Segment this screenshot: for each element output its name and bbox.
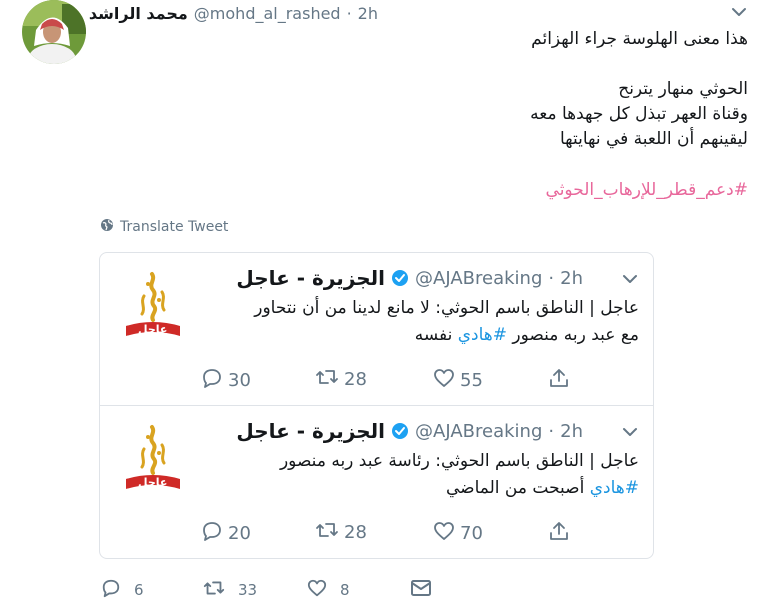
quoted-tweets-card[interactable]: عاجل 2h · @AJABreaking الجزيرة - عاجل عا… — [99, 252, 654, 559]
quoted-text-line: مع عبد ربه منصور #هادي نفسه — [209, 322, 639, 349]
quoted-tweet[interactable]: عاجل 2h · @AJABreaking الجزيرة - عاجل عا… — [100, 406, 653, 558]
reply-icon — [200, 367, 224, 394]
tweet-time[interactable]: 2h — [358, 4, 378, 23]
translate-label: Translate Tweet — [120, 219, 229, 235]
retweet-count: 28 — [344, 522, 367, 543]
hashtag-link[interactable]: #هادي — [458, 325, 507, 345]
like-icon — [432, 520, 456, 547]
retweet-icon — [202, 578, 226, 602]
logo-label: عاجل — [138, 476, 168, 489]
reply-button[interactable]: 30 — [200, 367, 251, 394]
reply-button[interactable]: 6 — [100, 578, 144, 602]
like-count: 70 — [460, 523, 483, 544]
tweet-hashtag-link[interactable]: #دعم_قطر_للإرهاب_الحوثي — [546, 180, 748, 200]
reply-count: 30 — [228, 370, 251, 391]
quoted-text-line: عاجل | الناطق باسم الحوثي: لا مانع لدينا… — [254, 298, 639, 318]
aljazeera-logo: عاجل — [122, 423, 184, 493]
tweet-text-line: وقناة العهر تبذل كل جهدها معه — [530, 104, 748, 124]
dm-icon — [410, 578, 432, 602]
tweet-header: محمد الراشد @mohd_al_rashed · 2h — [89, 2, 378, 24]
dm-button[interactable] — [410, 578, 432, 602]
like-icon — [432, 367, 456, 394]
aljazeera-logo: عاجل — [122, 270, 184, 340]
quoted-author-handle[interactable]: @AJABreaking — [415, 421, 542, 442]
tweet-actions: 6 33 8 — [100, 578, 460, 604]
retweet-count: 33 — [238, 581, 258, 599]
like-button[interactable]: 55 — [432, 367, 483, 394]
share-button[interactable] — [548, 367, 570, 394]
quoted-tweet-actions: 20 28 70 — [200, 520, 580, 546]
tweet-text: هذا معنى الهلوسة جراء الهزائم الحوثي منه… — [108, 27, 748, 152]
avatar[interactable] — [22, 0, 86, 64]
translate-tweet-link[interactable]: Translate Tweet — [100, 218, 228, 236]
hashtag-link[interactable]: #هادي — [590, 478, 639, 498]
quoted-text-segment: نفسه — [414, 325, 458, 345]
caret-down-icon[interactable] — [730, 4, 748, 18]
quoted-text-line: #هادي أصبحت من الماضي — [209, 475, 639, 502]
separator-dot: · — [548, 267, 555, 289]
author-handle[interactable]: @mohd_al_rashed — [194, 4, 341, 23]
like-button[interactable]: 8 — [306, 578, 350, 602]
retweet-icon — [314, 520, 340, 545]
like-count: 8 — [340, 581, 350, 599]
quoted-tweet-header: 2h · @AJABreaking الجزيرة - عاجل — [236, 265, 583, 291]
quoted-author-handle[interactable]: @AJABreaking — [415, 268, 542, 289]
reply-icon — [100, 578, 122, 602]
verified-badge-icon — [391, 269, 409, 287]
like-button[interactable]: 70 — [432, 520, 483, 547]
timeline-tweet: محمد الراشد @mohd_al_rashed · 2h هذا معن… — [0, 0, 768, 613]
share-icon — [548, 367, 570, 394]
quoted-tweet-text: عاجل | الناطق باسم الحوثي: لا مانع لدينا… — [209, 295, 639, 349]
retweet-button[interactable]: 28 — [314, 520, 367, 545]
quoted-author-name[interactable]: الجزيرة - عاجل — [236, 266, 385, 290]
retweet-icon — [314, 367, 340, 392]
quoted-author-name[interactable]: الجزيرة - عاجل — [236, 419, 385, 443]
quoted-tweet-text: عاجل | الناطق باسم الحوثي: رئاسة عبد ربه… — [209, 448, 639, 502]
retweet-button[interactable]: 28 — [314, 367, 367, 392]
tweet-text-line: هذا معنى الهلوسة جراء الهزائم — [531, 29, 748, 49]
reply-count: 20 — [228, 523, 251, 544]
quoted-tweet-time[interactable]: 2h — [560, 268, 583, 289]
quoted-tweet[interactable]: عاجل 2h · @AJABreaking الجزيرة - عاجل عا… — [100, 253, 653, 405]
share-button[interactable] — [548, 520, 570, 547]
like-count: 55 — [460, 370, 483, 391]
quoted-text-segment: أصبحت من الماضي — [446, 478, 590, 498]
author-name[interactable]: محمد الراشد — [89, 4, 188, 23]
logo-label: عاجل — [138, 323, 168, 336]
retweet-count: 28 — [344, 369, 367, 390]
like-icon — [306, 578, 328, 602]
reply-icon — [200, 520, 224, 547]
retweet-button[interactable]: 33 — [202, 578, 257, 602]
quoted-text-line: عاجل | الناطق باسم الحوثي: رئاسة عبد ربه… — [279, 451, 639, 471]
reply-button[interactable]: 20 — [200, 520, 251, 547]
quoted-tweet-actions: 30 28 55 — [200, 367, 580, 393]
separator-dot: · — [346, 3, 352, 23]
separator-dot: · — [548, 420, 555, 442]
tweet-text-line: ليقينهم أن اللعبة في نهايتها — [559, 129, 748, 149]
caret-down-icon[interactable] — [621, 271, 639, 285]
reply-count: 6 — [134, 581, 144, 599]
share-icon — [548, 520, 570, 547]
verified-badge-icon — [391, 422, 409, 440]
globe-icon — [100, 218, 114, 236]
quoted-tweet-header: 2h · @AJABreaking الجزيرة - عاجل — [236, 418, 583, 444]
caret-down-icon[interactable] — [621, 424, 639, 438]
quoted-tweet-time[interactable]: 2h — [560, 421, 583, 442]
tweet-text-line: الحوثي منهار يترنح — [618, 79, 748, 99]
quoted-text-segment: مع عبد ربه منصور — [507, 325, 639, 345]
tweet-text-line — [108, 52, 748, 77]
